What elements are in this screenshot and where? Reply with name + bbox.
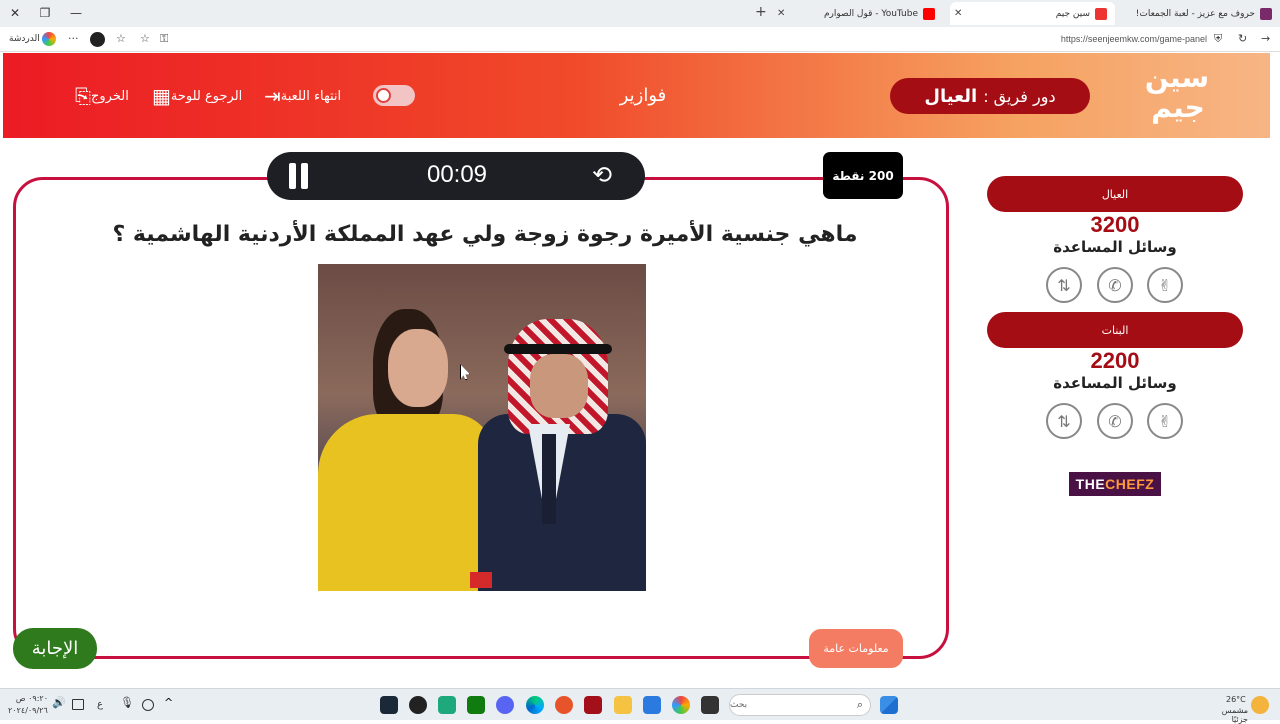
exit-label: الخروج (91, 88, 129, 104)
search-placeholder: بحث (730, 700, 748, 710)
swap-question-aid-icon[interactable]: ⇅ (1046, 403, 1082, 439)
url-field[interactable]: https://seenjeemkw.com/game-panel (1061, 34, 1207, 44)
back-to-board-label: الرجوع للوحة (170, 88, 243, 104)
address-bar: الدردشة ··· ☆ ☆ ⚿ https://seenjeemkw.com… (0, 27, 1280, 52)
refresh-icon[interactable]: ↻ (1238, 32, 1247, 45)
team-name-pill: العيال (987, 176, 1243, 212)
tab-youtube[interactable]: YouTube - قول الصوارم ✕ (773, 2, 943, 25)
game-header: سين جيم دور فريق : العيال فوازير انتهاء … (3, 53, 1270, 138)
timer-bar: 00:09 ⟲ (267, 152, 645, 200)
tab-horoof[interactable]: حروف مع عزيز - لعبة الجمعات! (1120, 2, 1280, 25)
two-answers-aid-icon[interactable]: ✌ (1147, 403, 1183, 439)
restore-window-icon[interactable]: ❐ (34, 3, 56, 23)
minimize-window-icon[interactable]: — (65, 3, 87, 23)
end-game-label: انتهاء اللعبة (280, 88, 342, 104)
points-badge: 200 نقطة (823, 152, 903, 199)
horoof-favicon-icon (1260, 7, 1272, 20)
weather-temp[interactable]: 26°C (1226, 695, 1246, 704)
favorite-star-icon[interactable]: ☆ (140, 32, 150, 45)
help-aids-label: وسائل المساعدة (1053, 374, 1177, 392)
weather-desc[interactable]: مشمس جزئيًا (1208, 706, 1248, 724)
microphone-icon[interactable]: 🎙 (120, 696, 138, 714)
close-tab-icon[interactable]: ✕ (954, 8, 962, 19)
seenjeem-favicon-icon (1095, 7, 1107, 20)
clock-date[interactable]: ٢٠٢٤/٠٩/٢٦ (8, 706, 58, 715)
sponsor-accent-text: CHEFZ (1105, 476, 1155, 492)
app-icon[interactable] (409, 696, 427, 714)
reset-timer-icon[interactable]: ⟲ (592, 161, 612, 189)
toggle-knob (376, 88, 391, 103)
close-window-icon[interactable]: ✕ (4, 3, 26, 23)
new-tab-icon[interactable]: + (755, 4, 767, 20)
tab-title: حروف مع عزيز - لعبة الجمعات! (1135, 8, 1255, 19)
sponsor-logo: THE CHEFZ (1069, 472, 1161, 496)
team-turn-indicator: دور فريق : العيال (890, 78, 1090, 114)
steam-icon[interactable] (380, 696, 398, 714)
acrobat-icon[interactable] (584, 696, 602, 714)
tab-title: YouTube - قول الصوارم (823, 8, 918, 19)
team-score: 2200 (1090, 348, 1140, 373)
xbox-icon[interactable] (467, 696, 485, 714)
terminal-icon[interactable] (701, 696, 719, 714)
two-answers-aid-icon[interactable]: ✌ (1147, 267, 1183, 303)
copilot-icon[interactable] (42, 32, 56, 46)
call-friend-aid-icon[interactable]: ✆ (1097, 267, 1133, 303)
more-options-icon[interactable]: ··· (68, 32, 79, 45)
chat-button[interactable]: الدردشة (9, 34, 40, 44)
search-icon: ⌕ (856, 698, 863, 711)
game-title: فوازير (619, 85, 667, 106)
app-green-icon[interactable] (438, 696, 456, 714)
tab-title: سين جيم (1055, 8, 1090, 19)
question-image (318, 264, 646, 591)
end-game-button[interactable]: انتهاء اللعبة ⇥ (258, 83, 341, 109)
end-game-toggle[interactable] (373, 85, 415, 106)
grid-icon: ▦ (152, 84, 171, 108)
category-badge: معلومات عامة (809, 629, 903, 668)
language-indicator[interactable]: ع (97, 699, 103, 710)
question-text: ماهي جنسية الأميرة رجوة زوجة ولي عهد الم… (112, 222, 858, 247)
exit-button[interactable]: الخروج ⎘ (69, 83, 129, 109)
windows-start-icon[interactable] (880, 696, 898, 714)
tab-seenjeem[interactable]: سين جيم ✕ (950, 2, 1115, 25)
pause-icon[interactable] (287, 163, 311, 189)
image-watermark-badge (470, 572, 492, 588)
help-aids-label: وسائل المساعدة (1053, 238, 1177, 256)
sponsor-text: THE (1075, 476, 1106, 492)
seenjeem-logo: سين جيم (1144, 61, 1209, 124)
copilot-taskbar-icon[interactable] (672, 696, 690, 714)
swap-question-aid-icon[interactable]: ⇅ (1046, 267, 1082, 303)
network-icon[interactable] (72, 699, 84, 710)
exit-arrow-icon: ⇥ (264, 84, 281, 108)
youtube-favicon-icon (923, 7, 935, 20)
browser-tab-bar: ✕ ❐ — + YouTube - قول الصوارم ✕ سين جيم … (0, 0, 1280, 27)
speaker-icon[interactable]: 🔊 (52, 696, 70, 714)
team-name-pill: البنات (987, 312, 1243, 348)
file-explorer-icon[interactable] (614, 696, 632, 714)
back-to-board-button[interactable]: الرجوع للوحة ▦ (146, 83, 242, 109)
discord-icon[interactable] (496, 696, 514, 714)
extension-key-icon[interactable]: ⚿ (160, 32, 168, 46)
team-score: 3200 (1090, 212, 1140, 237)
weather-sun-icon[interactable] (1251, 696, 1269, 714)
store-icon[interactable] (643, 696, 661, 714)
door-exit-icon: ⎘ (75, 84, 91, 108)
back-arrow-icon[interactable]: → (1261, 32, 1270, 45)
close-tab-icon[interactable]: ✕ (777, 8, 785, 19)
profile-avatar-icon[interactable] (90, 32, 105, 47)
app-orange-icon[interactable] (555, 696, 573, 714)
timer-display: 00:09 (426, 161, 488, 188)
clock-time[interactable]: ٠٩:٢٠ ص (8, 694, 48, 703)
edge-icon[interactable] (526, 696, 544, 714)
turn-prefix: دور فريق : (983, 86, 1056, 106)
call-friend-aid-icon[interactable]: ✆ (1097, 403, 1133, 439)
show-answer-button[interactable]: الإجابة (13, 628, 97, 669)
turn-team-name: العيال (924, 85, 978, 107)
lock-icon: ⛨ (1214, 32, 1223, 45)
taskbar-search[interactable]: بحث ⌕ (729, 694, 871, 716)
location-icon[interactable] (142, 699, 154, 711)
windows-taskbar: ٠٩:٢٠ ص ٢٠٢٤/٠٩/٢٦ 🔊 ع 🎙 ^ بحث ⌕ 26°C مش… (0, 688, 1280, 724)
chevron-up-icon[interactable]: ^ (164, 696, 182, 714)
collections-icon[interactable]: ☆ (116, 32, 126, 45)
